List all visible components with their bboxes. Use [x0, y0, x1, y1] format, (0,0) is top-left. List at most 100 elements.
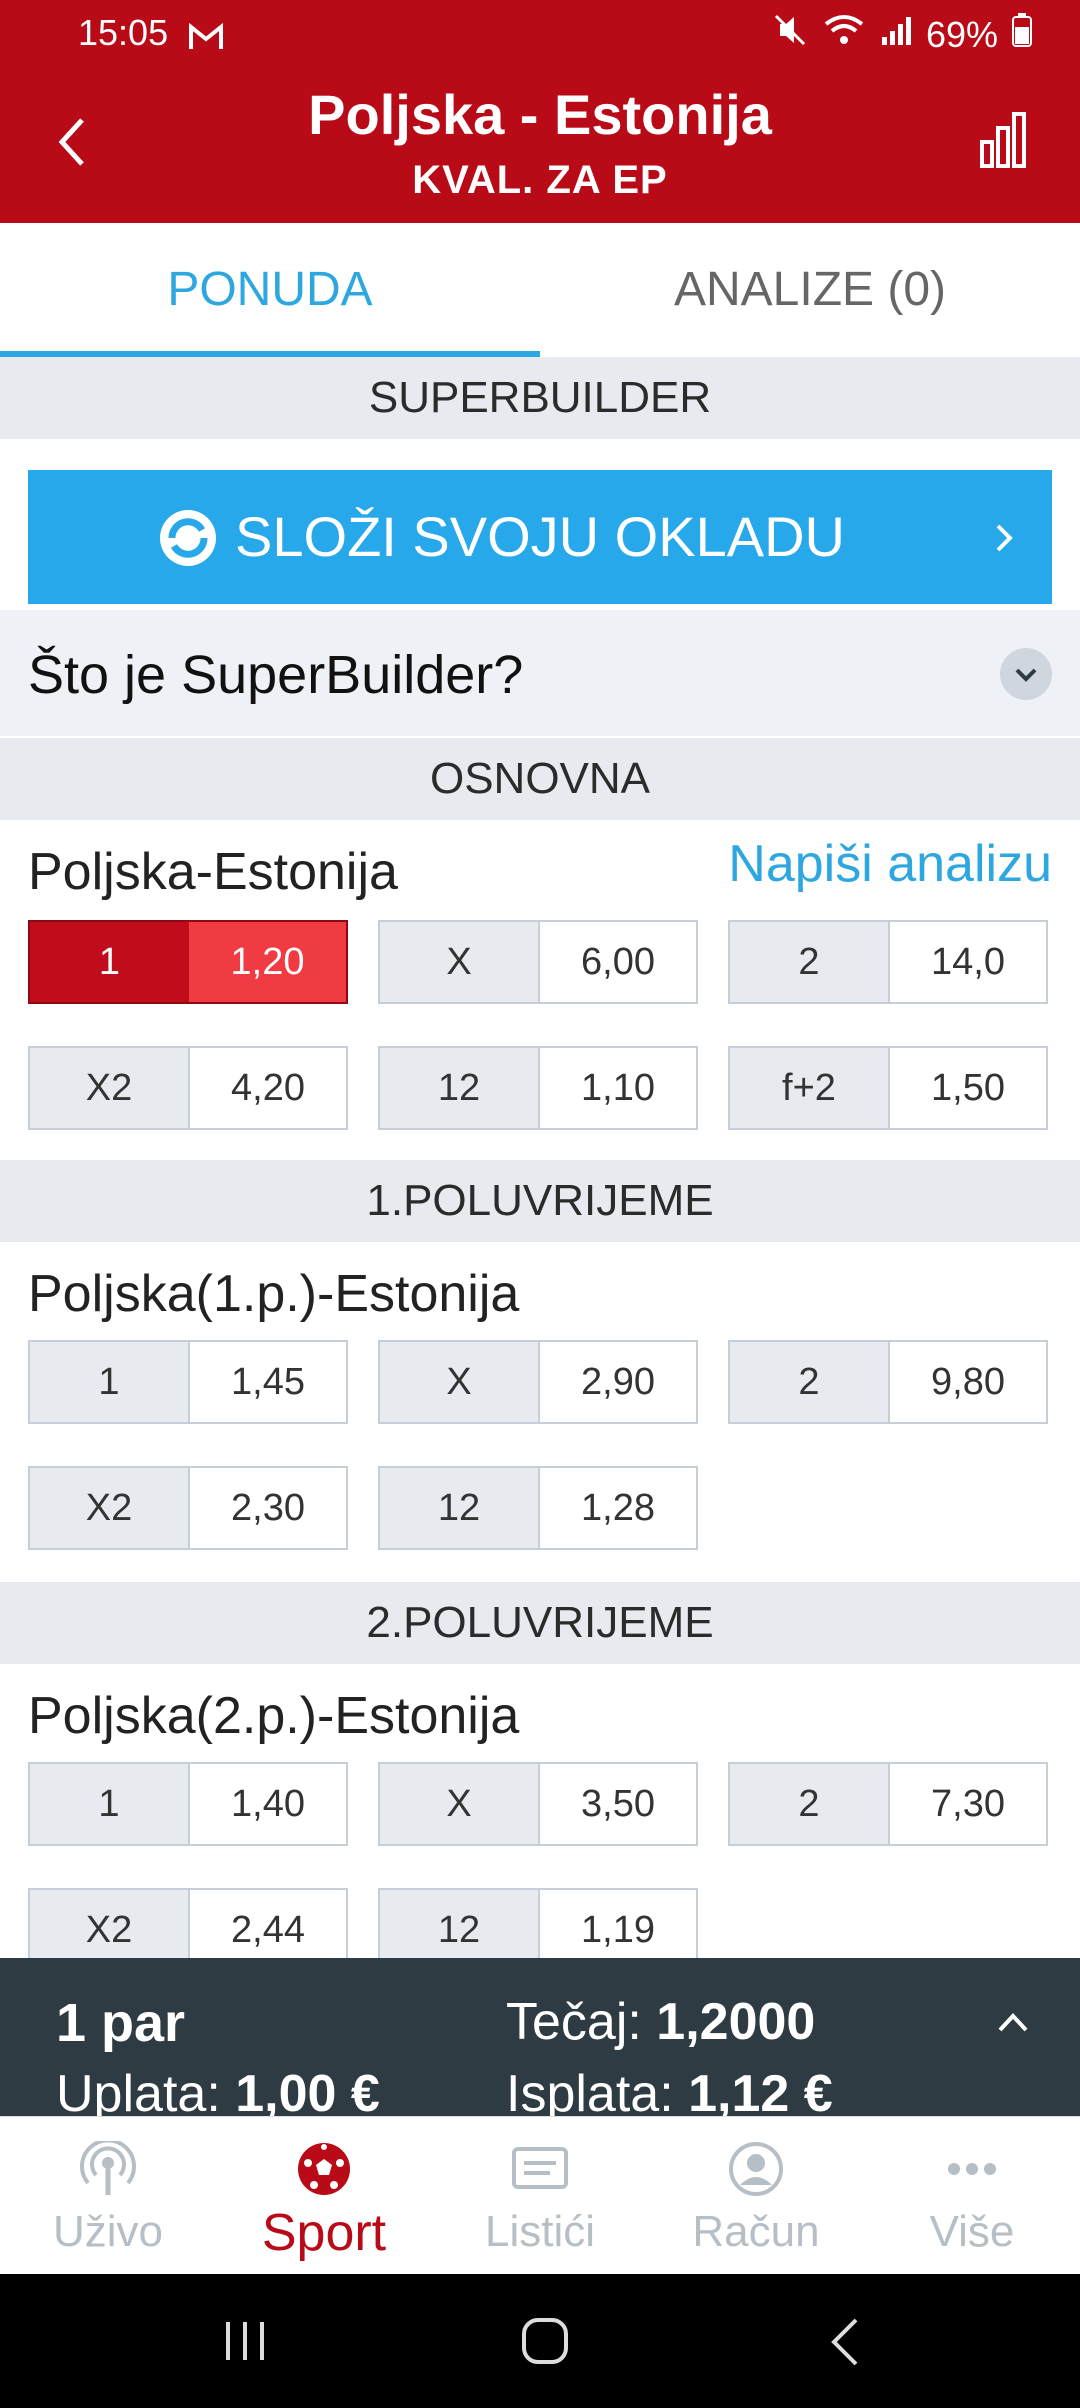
- betslip-rate: Tečaj: 1,2000: [506, 1992, 815, 2052]
- odd-button[interactable]: 12 1,10: [378, 1046, 698, 1130]
- gmail-icon: [188, 18, 224, 60]
- odd-label: 12: [380, 1048, 540, 1128]
- stake-label: Uplata:: [56, 2065, 221, 2116]
- market-title: Poljska(2.p.)-Estonija: [28, 1687, 520, 1745]
- chevron-up-icon[interactable]: [996, 2010, 1030, 2034]
- nav-racun[interactable]: Račun: [648, 2117, 864, 2275]
- back-nav-icon[interactable]: [826, 2316, 866, 2368]
- odd-label: 2: [730, 1764, 890, 1844]
- odd-label: X2: [30, 1468, 190, 1548]
- section-osnovna: OSNOVNA: [0, 738, 1080, 820]
- status-bar: 15:05 69%: [0, 0, 1080, 66]
- superbuilder-faq[interactable]: Što je SuperBuilder?: [0, 610, 1080, 736]
- signal-icon: [880, 14, 912, 56]
- odd-label: 2: [730, 1342, 890, 1422]
- odd-button[interactable]: X2 4,20: [28, 1046, 348, 1130]
- odd-button[interactable]: 2 9,80: [728, 1340, 1048, 1424]
- odd-label: 1: [30, 1342, 190, 1422]
- nav-label: Sport: [261, 2204, 387, 2262]
- odd-button[interactable]: 12 1,28: [378, 1466, 698, 1550]
- odd-label: f+2: [730, 1048, 890, 1128]
- chevron-down-icon[interactable]: [1000, 648, 1052, 700]
- odd-value: 1,50: [931, 1067, 1005, 1109]
- odd-label: 12: [380, 1468, 540, 1548]
- market-title: Poljska(1.p.)-Estonija: [28, 1265, 520, 1323]
- betslip-pairs: 1 par: [56, 1993, 186, 2053]
- status-time: 15:05: [78, 12, 169, 53]
- battery-percent: 69%: [925, 13, 998, 55]
- stake-value: 1,00 €: [235, 2065, 380, 2116]
- odd-button[interactable]: 1 1,40: [28, 1762, 348, 1846]
- betslip-stake: Uplata: 1,00 €: [56, 2064, 380, 2116]
- superbuilder-button-label: SLOŽI SVOJU OKLADU: [235, 505, 845, 568]
- app-header: 15:05 69% Poljska - Estonija KVAL. ZA EP: [0, 0, 1080, 223]
- nav-vise[interactable]: Više: [864, 2117, 1080, 2275]
- chevron-right-icon: [996, 524, 1013, 552]
- odd-value: 1,10: [581, 1067, 655, 1109]
- odd-button[interactable]: X2 2,30: [28, 1466, 348, 1550]
- system-navigation-bar: [0, 2274, 1080, 2408]
- odd-button[interactable]: 2 7,30: [728, 1762, 1048, 1846]
- bar-chart-icon: [980, 112, 1026, 168]
- wifi-icon: [822, 12, 866, 57]
- live-icon: [80, 2141, 136, 2195]
- stats-button[interactable]: [978, 110, 1028, 170]
- user-icon: [729, 2142, 783, 2196]
- odd-value: 14,0: [931, 941, 1005, 983]
- betslip-payout: Isplata: 1,12 €: [506, 2064, 833, 2116]
- nav-label: Račun: [692, 2207, 820, 2256]
- odd-value: 4,20: [231, 1067, 305, 1109]
- nav-label: Uživo: [52, 2207, 164, 2256]
- home-icon[interactable]: [520, 2316, 570, 2366]
- nav-label: Listići: [484, 2207, 596, 2256]
- odd-label: 1: [30, 922, 189, 1002]
- odd-value: 1,45: [231, 1361, 305, 1403]
- odd-button[interactable]: 1 1,45: [28, 1340, 348, 1424]
- nav-listici[interactable]: Listići: [432, 2117, 648, 2275]
- odd-label: X: [380, 922, 540, 1002]
- odd-label: X: [380, 1764, 540, 1844]
- payout-label: Isplata:: [506, 2065, 674, 2116]
- odd-button[interactable]: X 2,90: [378, 1340, 698, 1424]
- status-icons: 69%: [772, 12, 1032, 57]
- nav-sport[interactable]: Sport: [216, 2117, 432, 2275]
- recent-apps-icon[interactable]: [220, 2318, 270, 2364]
- tab-bar: PONUDA ANALIZE (0): [0, 223, 1080, 357]
- odd-button[interactable]: X 3,50: [378, 1762, 698, 1846]
- page-title: Poljska - Estonija: [308, 83, 772, 146]
- odd-label: 2: [730, 922, 890, 1002]
- tab-analize[interactable]: ANALIZE (0): [540, 223, 1080, 357]
- rate-label: Tečaj:: [506, 1993, 642, 2051]
- odd-button[interactable]: 1 1,20: [28, 920, 348, 1004]
- odd-value: 9,80: [931, 1361, 1005, 1403]
- soccer-ball-icon: [298, 2143, 350, 2195]
- odd-value: 2,90: [581, 1361, 655, 1403]
- battery-icon: [1012, 13, 1032, 56]
- market-title: Poljska-Estonija: [28, 843, 398, 901]
- odd-button[interactable]: X 6,00: [378, 920, 698, 1004]
- bottom-navigation: Uživo Sport Listići Račun Više: [0, 2116, 1080, 2275]
- nav-uzivo[interactable]: Uživo: [0, 2117, 216, 2275]
- superbuilder-button[interactable]: SLOŽI SVOJU OKLADU: [28, 470, 1052, 604]
- betslip-bar[interactable]: 1 par Tečaj: 1,2000 Uplata: 1,00 € Ispla…: [0, 1958, 1080, 2116]
- odd-value: 6,00: [581, 941, 655, 983]
- more-icon: [948, 2163, 996, 2175]
- mute-icon: [772, 12, 808, 57]
- odd-label: X2: [30, 1048, 190, 1128]
- section-first-half: 1.POLUVRIJEME: [0, 1160, 1080, 1242]
- odd-value: 1,20: [189, 922, 346, 1002]
- tab-ponuda[interactable]: PONUDA: [0, 223, 540, 357]
- odd-label: X: [380, 1342, 540, 1422]
- page-subtitle: KVAL. ZA EP: [412, 158, 668, 202]
- odd-value: 2,30: [231, 1487, 305, 1529]
- write-analysis-link[interactable]: Napiši analizu: [728, 834, 1052, 894]
- odd-value: 7,30: [931, 1783, 1005, 1825]
- section-second-half: 2.POLUVRIJEME: [0, 1582, 1080, 1664]
- nav-label: Više: [929, 2207, 1015, 2256]
- odd-button[interactable]: f+2 1,50: [728, 1046, 1048, 1130]
- odd-button[interactable]: 2 14,0: [728, 920, 1048, 1004]
- odd-value: 1,28: [581, 1487, 655, 1529]
- faq-question: Što je SuperBuilder?: [28, 645, 524, 705]
- odd-value: 1,40: [231, 1783, 305, 1825]
- odd-value: 3,50: [581, 1783, 655, 1825]
